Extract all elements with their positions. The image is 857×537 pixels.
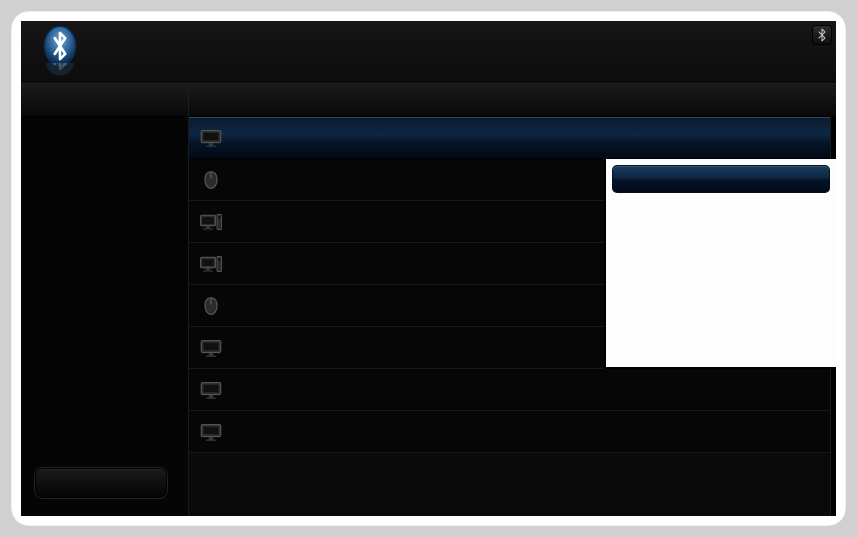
toolbar-left-spacer	[21, 84, 189, 116]
detail-panel-header[interactable]	[612, 165, 830, 193]
bluetooth-logo-icon	[39, 25, 81, 75]
device-row[interactable]	[189, 411, 836, 453]
device-row[interactable]	[189, 117, 836, 159]
monitor-icon	[197, 377, 225, 403]
device-row[interactable]	[189, 369, 836, 411]
header	[21, 21, 836, 83]
monitor-icon	[197, 125, 225, 151]
mouse-icon	[197, 167, 225, 193]
monitor-icon	[197, 335, 225, 361]
window-frame	[11, 11, 846, 526]
desktop-icon	[197, 251, 225, 277]
bluetooth-status-icon[interactable]	[812, 25, 832, 45]
mouse-icon	[197, 293, 225, 319]
sidebar	[21, 117, 189, 516]
content-area	[21, 117, 836, 516]
app-root	[21, 21, 836, 516]
device-list	[189, 117, 836, 516]
desktop-icon	[197, 209, 225, 235]
detail-panel	[604, 159, 836, 369]
toolbar-main	[189, 84, 836, 116]
toolbar	[21, 83, 836, 117]
sidebar-action-button[interactable]	[35, 468, 167, 498]
monitor-icon	[197, 419, 225, 445]
